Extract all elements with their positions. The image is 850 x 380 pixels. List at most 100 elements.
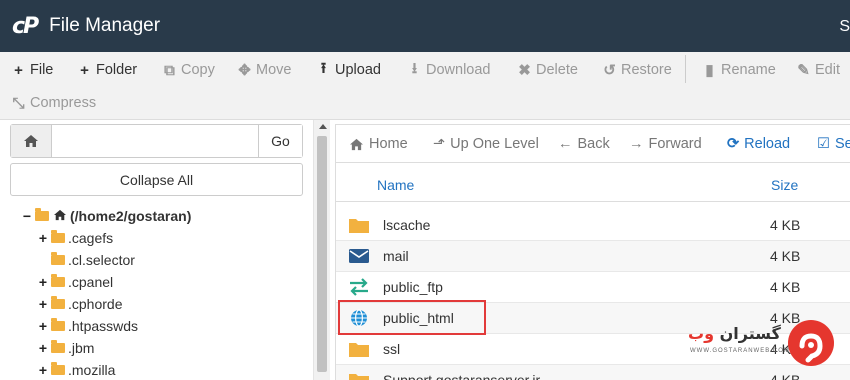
home-nav-label: Home xyxy=(369,136,408,152)
reload-button[interactable]: ⟳ Reload xyxy=(727,135,790,153)
expand-toggle[interactable]: + xyxy=(38,296,48,312)
table-row[interactable]: mail 4 KB xyxy=(336,241,850,272)
file-size: 4 KB xyxy=(770,248,801,264)
restore-button[interactable]: ↺ Restore xyxy=(603,60,672,80)
compress-label: Compress xyxy=(30,95,97,111)
path-input[interactable] xyxy=(52,125,258,157)
plus-icon: + xyxy=(80,61,89,79)
select-all-button[interactable]: ☑ Sel xyxy=(817,135,850,153)
file-size: 4 KB xyxy=(770,217,801,233)
watermark-text-red: وب xyxy=(688,324,715,343)
watermark-logo: گستران وب WWW.GOSTARANWEB.COM xyxy=(688,318,838,368)
up-one-level-button[interactable]: ⬏ Up One Level xyxy=(433,135,539,153)
back-button[interactable]: ← Back xyxy=(558,135,610,153)
download-icon: ⭳ xyxy=(411,59,418,77)
collapse-all-button[interactable]: Collapse All xyxy=(10,163,303,196)
tree-item-root[interactable]: − (/home2/gostaran) xyxy=(22,206,191,226)
folder-icon xyxy=(51,362,65,375)
tree-item-label: .htpasswds xyxy=(68,318,139,334)
copy-icon: ⧉ xyxy=(164,61,175,79)
scroll-thumb[interactable] xyxy=(317,136,327,372)
path-search-group: Go xyxy=(10,124,303,158)
home-icon[interactable] xyxy=(11,125,52,157)
expand-toggle[interactable]: + xyxy=(38,230,48,246)
move-button[interactable]: ✥ Move xyxy=(238,60,291,80)
tree-item[interactable]: .cl.selector xyxy=(38,250,135,270)
folder-icon xyxy=(51,252,65,265)
mail-icon xyxy=(349,249,369,263)
tree-item[interactable]: + .htpasswds xyxy=(38,316,138,336)
folder-icon xyxy=(349,219,369,233)
app-title: File Manager xyxy=(49,15,161,36)
tree-item-label: .cagefs xyxy=(68,230,114,246)
folder-icon xyxy=(349,343,369,357)
up-one-level-label: Up One Level xyxy=(450,136,539,152)
table-row[interactable]: lscache 4 KB xyxy=(336,210,850,241)
level-up-icon: ⬏ xyxy=(433,136,446,152)
cpanel-logo[interactable]: cP xyxy=(12,14,39,39)
edit-button[interactable]: ✎ Edit xyxy=(797,60,840,80)
column-header-name[interactable]: Name xyxy=(377,177,414,193)
toolbar: + File + Folder ⧉ Copy ✥ Move ⭱ Upload ⭳… xyxy=(0,52,850,120)
back-label: Back xyxy=(577,136,610,152)
folder-icon xyxy=(51,230,65,243)
forward-label: Forward xyxy=(648,136,702,152)
rename-button[interactable]: ▮ Rename xyxy=(703,60,776,80)
restore-label: Restore xyxy=(621,62,672,78)
delete-button[interactable]: ✖ Delete xyxy=(518,60,578,80)
file-size: 4 KB xyxy=(770,372,801,380)
tree-item[interactable]: + .mozilla xyxy=(38,360,115,380)
navigation-bar: Home ⬏ Up One Level ← Back → Forward ⟳ R… xyxy=(336,125,850,163)
go-button[interactable]: Go xyxy=(258,125,302,157)
home-icon xyxy=(53,208,67,224)
tree-item-label: .cphorde xyxy=(68,296,123,312)
new-file-label: File xyxy=(30,62,54,78)
expand-toggle[interactable]: + xyxy=(38,362,48,378)
home-icon xyxy=(350,138,363,150)
expand-toggle[interactable]: + xyxy=(38,318,48,334)
rename-label: Rename xyxy=(721,62,776,78)
tree-item-label: .cpanel xyxy=(68,274,114,290)
expand-toggle[interactable]: + xyxy=(38,274,48,290)
watermark-subtext: WWW.GOSTARANWEB.COM xyxy=(690,348,790,354)
file-name: public_ftp xyxy=(383,279,443,295)
header-search-letter[interactable]: S xyxy=(839,18,850,36)
tree-item[interactable]: + .cpanel xyxy=(38,272,113,292)
refresh-icon: ⟳ xyxy=(727,136,740,152)
folder-icon xyxy=(51,296,65,309)
arrow-left-icon: ← xyxy=(558,136,573,152)
move-label: Move xyxy=(256,62,292,78)
tree-item[interactable]: + .cphorde xyxy=(38,294,122,314)
folder-icon xyxy=(349,374,369,380)
new-file-button[interactable]: + File xyxy=(12,60,53,80)
table-header: Name Size xyxy=(336,168,850,202)
tree-scrollbar[interactable] xyxy=(313,120,330,380)
close-icon: ✖ xyxy=(518,62,531,79)
tree-item[interactable]: + .jbm xyxy=(38,338,94,358)
undo-icon: ↺ xyxy=(603,62,616,79)
expand-toggle[interactable]: + xyxy=(38,340,48,356)
forward-button[interactable]: → Forward xyxy=(629,135,702,153)
folder-icon xyxy=(51,274,65,287)
file-icon: ▮ xyxy=(705,62,714,79)
copy-button[interactable]: ⧉ Copy xyxy=(163,60,215,80)
home-nav-button[interactable]: Home xyxy=(349,135,408,153)
download-button[interactable]: ⭳ Download xyxy=(408,60,491,80)
pencil-icon: ✎ xyxy=(797,62,810,79)
highlight-box xyxy=(338,300,486,335)
scroll-up-arrow-icon[interactable] xyxy=(319,124,327,129)
column-header-size[interactable]: Size xyxy=(771,177,798,193)
tree-item-label: (/home2/gostaran) xyxy=(70,208,192,224)
tree-item[interactable]: + .cagefs xyxy=(38,228,113,248)
download-label: Download xyxy=(426,62,491,78)
select-all-label: Sel xyxy=(835,136,850,152)
delete-label: Delete xyxy=(536,62,578,78)
new-folder-button[interactable]: + Folder xyxy=(78,60,137,80)
upload-button[interactable]: ⭱ Upload xyxy=(317,60,381,80)
table-row[interactable]: public_ftp 4 KB xyxy=(336,272,850,303)
file-name: ssl xyxy=(383,341,401,357)
tree-item-label: .mozilla xyxy=(68,362,116,378)
compress-button[interactable]: ⤡ Compress xyxy=(12,93,96,113)
folder-open-icon xyxy=(35,208,49,221)
collapse-toggle[interactable]: − xyxy=(22,208,32,224)
